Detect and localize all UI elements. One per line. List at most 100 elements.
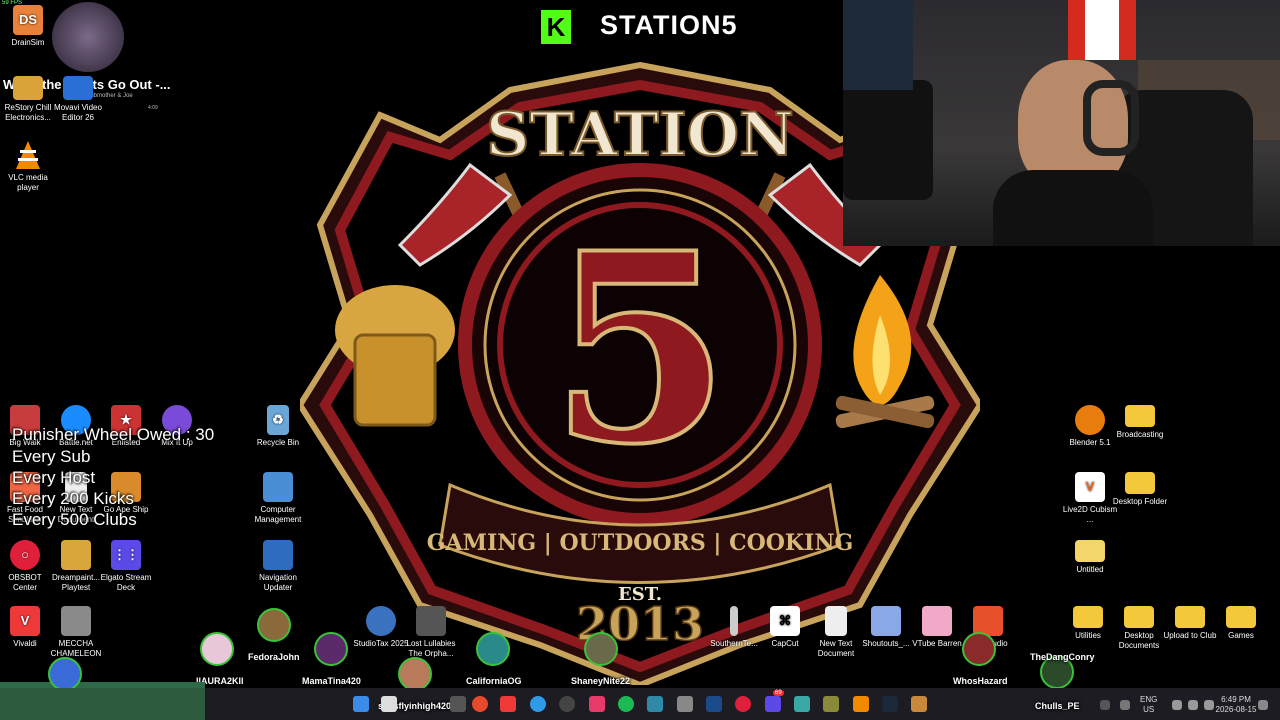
desktop-icon-live2d[interactable]: V Live2D Cubism ... <box>1062 472 1118 525</box>
desktop-icon-desktop-documents[interactable]: Desktop Documents <box>1111 606 1167 651</box>
app-icon[interactable] <box>794 696 810 712</box>
folder-icon <box>1124 606 1154 628</box>
lost-lullabies-icon <box>416 606 446 636</box>
app-icon[interactable] <box>911 696 927 712</box>
desktop-icon-recycle-bin[interactable]: ♻ Recycle Bin <box>250 405 306 448</box>
icon-label: Desktop Documents <box>1118 631 1160 650</box>
drainsim-icon: DS <box>13 5 43 35</box>
vlc-icon <box>13 140 43 170</box>
viewer-avatar <box>48 657 82 691</box>
movavi-icon <box>63 76 93 100</box>
steam-icon[interactable] <box>882 696 898 712</box>
search-icon[interactable] <box>381 696 397 712</box>
viewer-name: FedoraJohn <box>248 652 300 662</box>
desktop-icon-capcut[interactable]: ⌘ CapCut <box>757 606 813 649</box>
streamdeck-taskbar-icon[interactable]: 69 <box>765 690 784 712</box>
icon-label: OBSBOT Center <box>8 573 42 592</box>
clock[interactable]: 6:49 PM 2026-08-15 <box>1212 695 1260 715</box>
desktop-icon-drainsim[interactable]: DS DrainSim <box>0 5 56 48</box>
desktop-icon-restory[interactable]: ReStory Chill Electronics... <box>0 76 56 123</box>
spotify-icon[interactable] <box>618 696 634 712</box>
microphone-icon[interactable] <box>1120 700 1130 710</box>
overlay-line-3: Every 200 Kicks <box>12 489 134 508</box>
icon-label: Navigation Updater <box>259 573 297 592</box>
vivaldi-taskbar-icon[interactable] <box>500 696 516 712</box>
desktop-icon-obsbot[interactable]: ○ OBSBOT Center <box>0 540 53 593</box>
desktop-icon-meccha[interactable]: MECCHA CHAMELEON <box>48 606 104 659</box>
app-icon[interactable] <box>823 696 839 712</box>
icon-label: VTube Barren <box>912 639 962 648</box>
studiotax-icon <box>366 606 396 636</box>
windows-start-icon[interactable] <box>353 696 369 712</box>
desktop-icon-utilities[interactable]: Utilities <box>1060 606 1116 641</box>
desktop-icon-desktop-folder[interactable]: Desktop Folder <box>1112 472 1168 507</box>
desktop-icon-new-text-2[interactable]: New Text Document <box>808 606 864 659</box>
icon-label: CapCut <box>771 639 799 648</box>
desktop-icon-lost-lullabies[interactable]: Lost Lullabies The Orpha... <box>403 606 459 659</box>
icon-label: Games <box>1228 631 1254 640</box>
text-document-icon <box>825 606 847 636</box>
viewer-name: CaliforniaOG <box>466 676 522 686</box>
vlc-taskbar-icon[interactable] <box>853 696 869 712</box>
desktop-icon-stream-deck[interactable]: ⋮⋮ Elgato Stream Deck <box>98 540 154 593</box>
shoutouts-icon <box>871 606 901 636</box>
desktop-icon-movavi[interactable]: Movavi Video Editor 26 <box>50 76 106 123</box>
tray-chevron-icon[interactable] <box>1100 700 1110 710</box>
desktop-icon-navigation-updater[interactable]: Navigation Updater <box>250 540 306 593</box>
overlay-line-1: Every Sub <box>12 447 91 466</box>
streamer-shirt-image <box>993 170 1153 246</box>
vtube-icon <box>922 606 952 636</box>
chrome-icon[interactable] <box>472 696 488 712</box>
taskbar-left-panel <box>0 688 205 720</box>
desktop-icon-dreampaint[interactable]: Dreampaint... Playtest <box>48 540 104 593</box>
desktop-icon-southernte[interactable]: SouthernTe... <box>706 606 762 649</box>
viewer-avatar <box>476 632 510 666</box>
navigation-updater-icon <box>263 540 293 570</box>
icon-label: Live2D Cubism ... <box>1062 505 1118 524</box>
recycle-bin-icon: ♻ <box>267 405 289 435</box>
desktop-icon-vtube[interactable]: VTube Barren <box>909 606 965 649</box>
lang-top: ENG <box>1140 695 1158 704</box>
app-icon[interactable] <box>677 696 693 712</box>
desktop-icon-upload-to-club[interactable]: Upload to Club <box>1162 606 1218 641</box>
overlay-line-4: Every 500 Clubs <box>12 510 137 529</box>
icon-label: Elgato Stream Deck <box>100 573 152 592</box>
viewer-avatar <box>584 632 618 666</box>
desktop-icon-shoutouts[interactable]: Shoutouts_... <box>858 606 914 649</box>
live2d-icon: V <box>1075 472 1105 502</box>
desktop-icon-blender[interactable]: Blender 5.1 <box>1062 405 1118 448</box>
punisher-wheel-text: Punisher Wheel Owed : 30 <box>12 425 215 444</box>
desktop-icon-untitled[interactable]: Untitled <box>1062 540 1118 575</box>
emblem-banner: GAMING | OUTDOORS | COOKING <box>427 530 854 556</box>
desktop-icon-computer-management[interactable]: Computer Management <box>250 472 306 525</box>
icon-label: New Text Document <box>817 639 855 658</box>
folder-icon <box>1125 405 1155 427</box>
now-playing-art <box>52 2 124 72</box>
emblem-number: 5 <box>550 197 731 502</box>
app-icon[interactable] <box>589 696 605 712</box>
icon-label: Dreampaint... Playtest <box>51 573 101 592</box>
edge-icon[interactable] <box>530 696 546 712</box>
notifications-icon[interactable] <box>1258 700 1268 710</box>
task-view-icon[interactable] <box>450 696 466 712</box>
desktop-icon-studiotax[interactable]: StudioTax 2025 <box>353 606 409 649</box>
obsbot-taskbar-icon[interactable] <box>735 696 751 712</box>
language-indicator[interactable]: ENG US <box>1140 695 1157 715</box>
network-icon[interactable] <box>1172 700 1182 710</box>
obs-icon[interactable] <box>559 696 575 712</box>
icon-label: Vivaldi <box>13 639 37 648</box>
desktop-icon-broadcasting[interactable]: Broadcasting <box>1112 405 1168 440</box>
app-icon[interactable] <box>706 696 722 712</box>
capcut-icon: ⌘ <box>770 606 800 636</box>
desktop-icon-games[interactable]: Games <box>1213 606 1269 641</box>
clock-time: 6:49 PM <box>1221 695 1251 704</box>
app-icon[interactable] <box>647 696 663 712</box>
clock-date: 2026-08-15 <box>1215 705 1257 714</box>
now-playing-time: 4:09 <box>148 105 158 111</box>
icon-label: Lost Lullabies The Orpha... <box>406 639 456 658</box>
dreampaint-icon <box>61 540 91 570</box>
folder-icon <box>1125 472 1155 494</box>
desktop-icon-vlc[interactable]: VLC media player <box>0 140 56 193</box>
volume-icon[interactable] <box>1188 700 1198 710</box>
desktop-icon-vivaldi[interactable]: V Vivaldi <box>0 606 53 649</box>
